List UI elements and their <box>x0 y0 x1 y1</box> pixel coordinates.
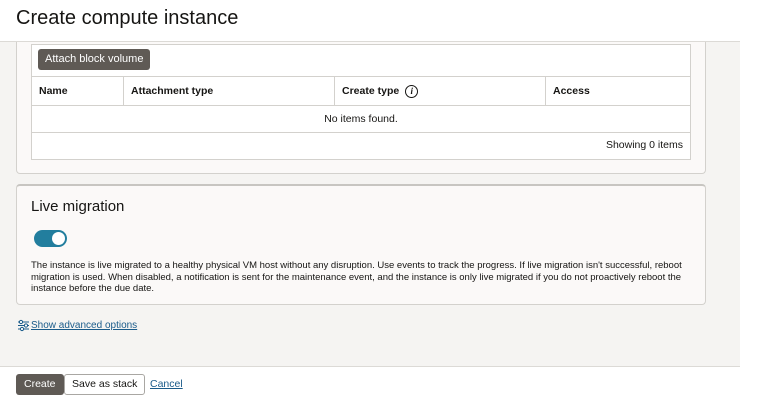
page-title: Create compute instance <box>16 7 239 29</box>
scroll-gutter <box>740 0 760 416</box>
cancel-link[interactable]: Cancel <box>150 378 183 390</box>
block-volume-panel: Attach block volume Name Attachment type… <box>16 42 706 174</box>
show-advanced-options-label: Show advanced options <box>31 320 138 331</box>
save-as-stack-button[interactable]: Save as stack <box>64 374 146 395</box>
column-header-attachment-type[interactable]: Attachment type <box>124 77 335 105</box>
sliders-icon <box>18 319 29 332</box>
main-content[interactable]: Attach block volume Name Attachment type… <box>0 42 740 366</box>
create-button[interactable]: Create <box>16 374 64 395</box>
live-migration-description: The instance is live migrated to a healt… <box>31 260 682 294</box>
column-header-access[interactable]: Access <box>546 77 690 105</box>
toggle-knob <box>52 232 65 245</box>
live-migration-panel: Live migration The instance is live migr… <box>16 184 706 305</box>
column-header-name[interactable]: Name <box>32 77 124 105</box>
show-advanced-options-link[interactable]: Show advanced options <box>17 319 137 332</box>
table-header: Name Attachment type Create type i Access <box>32 77 690 106</box>
table-toolbar: Attach block volume <box>32 45 690 77</box>
page-header: Create compute instance <box>0 0 740 42</box>
action-bar: Create Save as stack Cancel <box>0 366 740 416</box>
live-migration-toggle[interactable] <box>34 230 67 247</box>
table-item-count: Showing 0 items <box>605 139 683 151</box>
live-migration-title: Live migration <box>31 198 125 215</box>
attach-block-volume-button[interactable]: Attach block volume <box>38 49 151 70</box>
block-volume-table: Attach block volume Name Attachment type… <box>31 44 691 160</box>
empty-message: No items found. <box>32 106 690 133</box>
info-icon[interactable]: i <box>405 84 419 98</box>
column-header-create-type[interactable]: Create type i <box>335 77 546 105</box>
